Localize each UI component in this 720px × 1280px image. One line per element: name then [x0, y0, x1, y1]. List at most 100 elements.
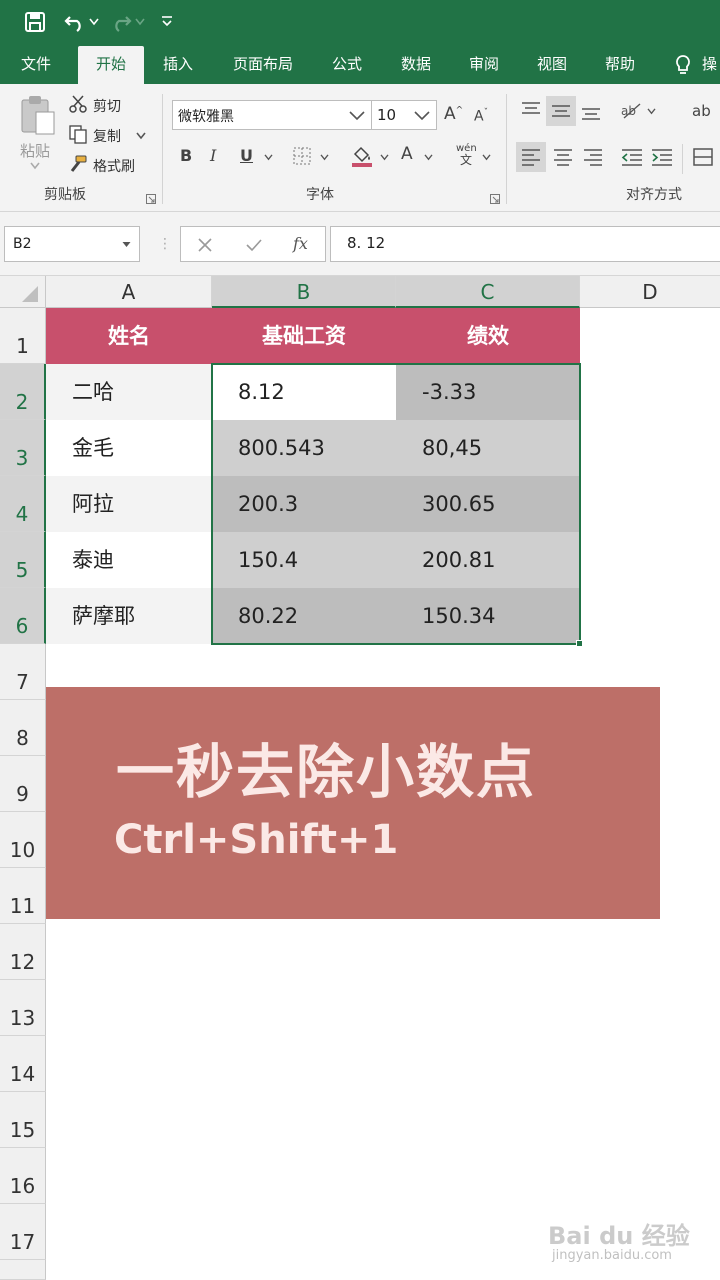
- header-cell-salary[interactable]: 基础工资: [212, 308, 396, 364]
- clipboard-launcher-icon[interactable]: [146, 194, 156, 204]
- lightbulb-icon[interactable]: [674, 54, 692, 76]
- copy-icon[interactable]: [68, 124, 88, 144]
- cut-icon[interactable]: [68, 94, 88, 114]
- row-header[interactable]: 3: [0, 420, 46, 476]
- table-cell[interactable]: 300.65: [396, 476, 580, 532]
- decrease-font-size-icon[interactable]: Aˇ: [474, 109, 488, 124]
- font-name-dropdown[interactable]: 微软雅黑: [172, 100, 372, 130]
- column-header-c[interactable]: C: [396, 276, 580, 308]
- redo-dropdown-icon[interactable]: [135, 18, 145, 26]
- format-painter-button[interactable]: 格式刷: [93, 156, 135, 176]
- middle-align-button[interactable]: [546, 96, 576, 126]
- copy-button[interactable]: 复制: [93, 126, 121, 146]
- align-right-icon[interactable]: [582, 147, 604, 167]
- increase-font-size-icon[interactable]: A^: [444, 106, 463, 123]
- column-header-b[interactable]: B: [212, 276, 396, 308]
- tab-page-layout[interactable]: 页面布局: [222, 44, 304, 84]
- borders-icon[interactable]: [292, 146, 312, 166]
- tab-review[interactable]: 审阅: [458, 44, 510, 84]
- row-header[interactable]: 5: [0, 532, 46, 588]
- header-cell-performance[interactable]: 绩效: [396, 308, 580, 364]
- format-painter-icon[interactable]: [68, 154, 88, 174]
- align-center-icon[interactable]: [552, 147, 574, 167]
- align-left-button[interactable]: [516, 142, 546, 172]
- table-cell[interactable]: -3.33: [396, 364, 580, 420]
- fill-handle[interactable]: [576, 640, 583, 647]
- row-header[interactable]: 4: [0, 476, 46, 532]
- active-cell[interactable]: 8.12: [212, 364, 396, 420]
- table-cell[interactable]: 80,45: [396, 420, 580, 476]
- header-cell-name[interactable]: 姓名: [46, 308, 212, 364]
- table-cell[interactable]: 150.4: [212, 532, 396, 588]
- underline-dropdown-icon[interactable]: [264, 154, 273, 161]
- table-cell[interactable]: 萨摩耶: [46, 588, 212, 644]
- column-header-d[interactable]: D: [580, 276, 720, 308]
- row-header[interactable]: 13: [0, 980, 46, 1036]
- redo-icon[interactable]: [110, 12, 132, 32]
- top-align-icon[interactable]: [520, 100, 542, 120]
- font-size-dropdown[interactable]: 10: [371, 100, 437, 130]
- phonetic-dropdown-icon[interactable]: [482, 154, 491, 161]
- font-launcher-icon[interactable]: [490, 194, 500, 204]
- increase-indent-icon[interactable]: [650, 147, 674, 167]
- save-icon[interactable]: [24, 11, 46, 33]
- row-header[interactable]: 17: [0, 1204, 46, 1260]
- italic-button[interactable]: I: [210, 148, 216, 164]
- row-header[interactable]: 1: [0, 308, 46, 364]
- paste-icon[interactable]: [18, 94, 58, 138]
- table-cell[interactable]: 200.81: [396, 532, 580, 588]
- name-box[interactable]: B2: [4, 226, 140, 262]
- row-header[interactable]: 8: [0, 700, 46, 756]
- bold-button[interactable]: B: [180, 148, 192, 164]
- table-cell[interactable]: 泰迪: [46, 532, 212, 588]
- row-header[interactable]: 12: [0, 924, 46, 980]
- bottom-align-icon[interactable]: [580, 102, 602, 122]
- tab-data[interactable]: 数据: [390, 44, 442, 84]
- phonetic-guide-icon[interactable]: wén 文: [456, 144, 477, 167]
- table-cell[interactable]: 80.22: [212, 588, 396, 644]
- select-all-button[interactable]: [0, 276, 46, 308]
- copy-dropdown-icon[interactable]: [136, 132, 146, 140]
- tab-formulas[interactable]: 公式: [320, 44, 374, 84]
- row-header[interactable]: [0, 1260, 46, 1280]
- drag-handle[interactable]: ⋮: [158, 236, 172, 252]
- row-header[interactable]: 7: [0, 644, 46, 700]
- cancel-icon[interactable]: [197, 237, 213, 253]
- paste-dropdown-icon[interactable]: [30, 162, 40, 170]
- tab-help[interactable]: 帮助: [594, 44, 646, 84]
- enter-icon[interactable]: [245, 237, 263, 253]
- row-header[interactable]: 15: [0, 1092, 46, 1148]
- font-color-button[interactable]: A: [401, 146, 413, 163]
- fill-color-dropdown-icon[interactable]: [380, 154, 389, 161]
- table-cell[interactable]: 金毛: [46, 420, 212, 476]
- row-header[interactable]: 14: [0, 1036, 46, 1092]
- row-header[interactable]: 2: [0, 364, 46, 420]
- table-cell[interactable]: 800.543: [212, 420, 396, 476]
- row-header[interactable]: 6: [0, 588, 46, 644]
- row-header[interactable]: 11: [0, 868, 46, 924]
- tab-home[interactable]: 开始: [78, 46, 144, 84]
- row-header[interactable]: 10: [0, 812, 46, 868]
- undo-dropdown-icon[interactable]: [89, 18, 99, 26]
- row-header[interactable]: 16: [0, 1148, 46, 1204]
- cut-button[interactable]: 剪切: [93, 96, 121, 116]
- formula-input[interactable]: 8. 12: [330, 226, 720, 262]
- row-header[interactable]: 9: [0, 756, 46, 812]
- table-cell[interactable]: 阿拉: [46, 476, 212, 532]
- orientation-icon[interactable]: ab: [620, 100, 644, 120]
- tab-tell-me[interactable]: 操: [702, 44, 720, 84]
- tab-file[interactable]: 文件: [10, 44, 62, 84]
- font-color-dropdown-icon[interactable]: [424, 154, 433, 161]
- customize-toolbar-icon[interactable]: [160, 14, 174, 28]
- table-cell[interactable]: 200.3: [212, 476, 396, 532]
- merge-center-icon[interactable]: [692, 146, 714, 168]
- tab-insert[interactable]: 插入: [152, 44, 204, 84]
- borders-dropdown-icon[interactable]: [320, 154, 329, 161]
- insert-function-button[interactable]: fx: [293, 234, 308, 253]
- fill-color-icon[interactable]: [350, 144, 374, 168]
- tab-view[interactable]: 视图: [526, 44, 578, 84]
- paste-button[interactable]: 粘贴: [20, 140, 50, 161]
- table-cell[interactable]: 二哈: [46, 364, 212, 420]
- orientation-dropdown-icon[interactable]: [647, 108, 656, 115]
- column-header-a[interactable]: A: [46, 276, 212, 308]
